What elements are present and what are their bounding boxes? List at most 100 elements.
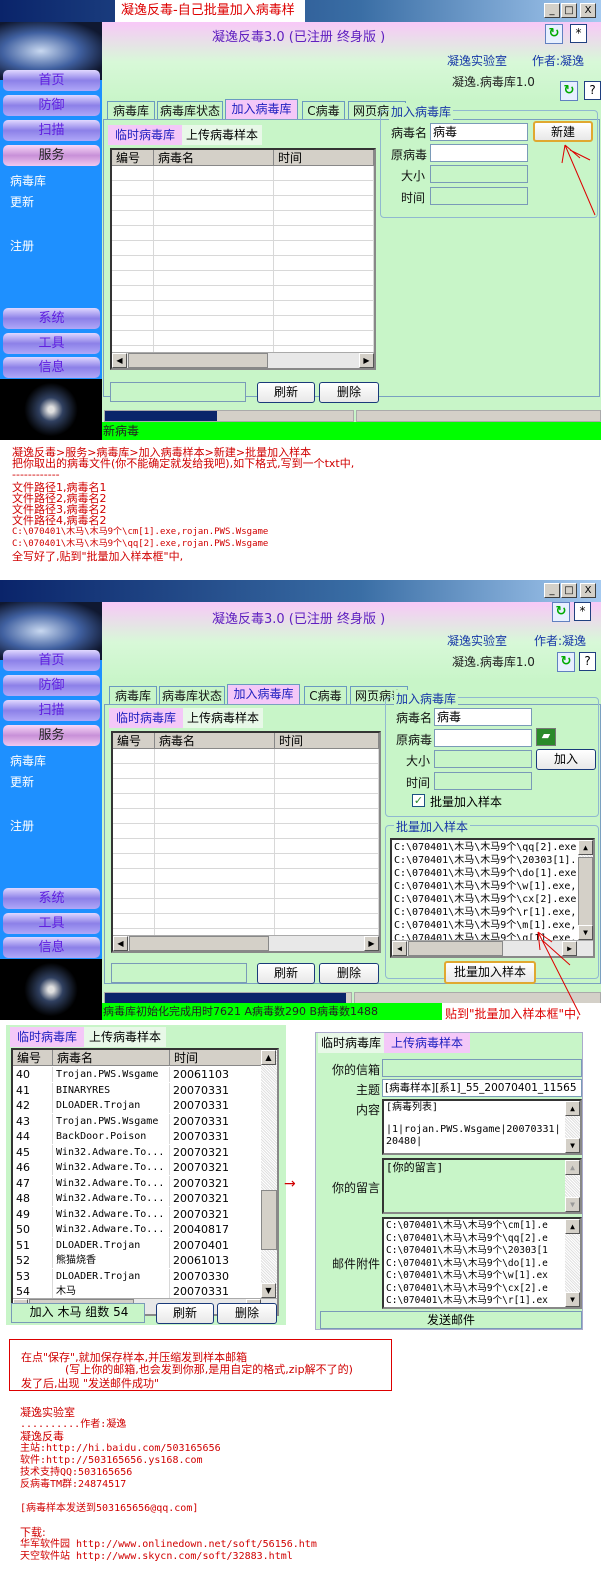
nav-scan[interactable]: 扫描 [3,120,100,141]
star-button[interactable]: * [570,24,587,43]
update-icon[interactable]: ↻ [560,81,578,101]
add-button[interactable]: 加入 [536,749,596,770]
summary-field[interactable] [111,963,247,983]
scroll-left-icon[interactable]: ◀ [113,936,128,951]
side-item-virus-db[interactable]: 病毒库 [10,752,46,769]
tab-c-virus[interactable]: C病毒 [304,686,347,705]
side-item-register[interactable]: 注册 [10,237,34,254]
subtab-upload-sample[interactable]: 上传病毒样本 [183,708,263,728]
subtab-upload-sample[interactable]: 上传病毒样本 [84,1027,166,1047]
tab-c-virus[interactable]: C病毒 [302,101,345,120]
nav-service[interactable]: 服务 [3,145,100,166]
col-time[interactable]: 时间 [275,733,379,749]
subtab-upload-sample[interactable]: 上传病毒样本 [384,1033,470,1053]
scroll-down-icon[interactable]: ▼ [565,1138,580,1153]
send-mail-button[interactable]: 发送邮件 [320,1311,582,1329]
nav-home[interactable]: 首页 [3,650,100,671]
scroll-thumb[interactable] [408,941,503,956]
nav-system[interactable]: 系统 [3,308,100,329]
summary-field[interactable]: 加入 木马 组数 54 [11,1303,145,1323]
nav-defense[interactable]: 防御 [3,95,100,116]
col-id[interactable]: 编号 [113,733,155,749]
open-folder-icon[interactable]: ▰ [536,728,556,746]
scroll-thumb[interactable] [128,353,268,368]
virus-name-input[interactable]: 病毒 [434,708,532,726]
nav-tools[interactable]: 工具 [3,333,100,354]
scroll-up-icon[interactable]: ▲ [578,840,593,855]
scroll-right-icon[interactable]: ▶ [364,936,379,951]
col-name[interactable]: 病毒名 [53,1050,170,1066]
tab-db-status[interactable]: 病毒库状态 [159,686,225,705]
email-input[interactable] [382,1059,582,1077]
scroll-down-icon[interactable]: ▼ [261,1283,276,1298]
message-textarea[interactable]: [你的留言] ▲ ▼ [382,1158,582,1214]
refresh-button[interactable]: 刷新 [156,1303,214,1324]
refresh-icon[interactable]: ↻ [545,24,563,44]
maximize-button[interactable]: □ [561,583,577,598]
minimize-button[interactable]: _ [544,583,560,598]
nav-info[interactable]: 信息 [3,357,100,378]
update-icon[interactable]: ↻ [557,652,575,672]
side-item-update[interactable]: 更新 [10,193,34,210]
nav-scan[interactable]: 扫描 [3,700,100,721]
refresh-icon[interactable]: ↻ [552,602,570,622]
col-name[interactable]: 病毒名 [154,150,274,166]
delete-button[interactable]: 删除 [217,1303,277,1324]
vertical-scrollbar[interactable]: ▲ ▼ [565,1219,580,1307]
subject-input[interactable]: [病毒样本][系1]_55_20070401_11565 [382,1079,582,1097]
batch-add-checkbox[interactable]: ✓ [412,794,425,807]
attachment-list[interactable]: C:\070401\木马\木马9个\cm[1].e C:\070401\木马\木马… [382,1217,582,1309]
tab-db-status[interactable]: 病毒库状态 [157,101,223,120]
nav-home[interactable]: 首页 [3,70,100,91]
nav-service[interactable]: 服务 [3,725,100,746]
content-textarea[interactable]: [病毒列表] |1|rojan.PWS.Wsgame|20070331| 204… [382,1099,582,1155]
scroll-up-icon[interactable]: ▲ [565,1219,580,1234]
scroll-left-icon[interactable]: ◀ [392,941,407,956]
help-button[interactable]: ? [584,81,601,100]
col-id[interactable]: 编号 [13,1050,53,1066]
subtab-temp-db[interactable]: 临时病毒库 [109,708,183,728]
tab-virus-db[interactable]: 病毒库 [109,686,157,705]
side-item-virus-db[interactable]: 病毒库 [10,172,46,189]
orig-virus-input[interactable] [430,144,528,162]
side-item-register[interactable]: 注册 [10,817,34,834]
scroll-down-icon[interactable]: ▼ [565,1292,580,1307]
subtab-temp-db[interactable]: 临时病毒库 [108,125,182,145]
scroll-thumb[interactable] [261,1190,277,1250]
subtab-upload-sample[interactable]: 上传病毒样本 [182,125,262,145]
nav-info[interactable]: 信息 [3,937,100,958]
tab-virus-db[interactable]: 病毒库 [107,101,155,120]
horizontal-scrollbar[interactable]: ◀ ▶ [113,935,379,951]
maximize-button[interactable]: □ [561,3,577,18]
star-button[interactable]: * [574,602,591,621]
vertical-scrollbar[interactable]: ▲ ▼ [565,1160,580,1212]
col-time[interactable]: 时间 [274,150,374,166]
orig-virus-input[interactable] [434,729,532,747]
scroll-up-icon[interactable]: ▲ [565,1101,580,1116]
summary-field[interactable] [110,382,246,402]
delete-button[interactable]: 删除 [319,382,379,403]
tab-add-virus-db[interactable]: 加入病毒库 [225,99,298,120]
vertical-scrollbar[interactable]: ▲ ▼ [261,1050,277,1298]
nav-defense[interactable]: 防御 [3,675,100,696]
col-name[interactable]: 病毒名 [155,733,275,749]
side-item-update[interactable]: 更新 [10,773,34,790]
refresh-button[interactable]: 刷新 [257,382,315,403]
nav-system[interactable]: 系统 [3,888,100,909]
minimize-button[interactable]: _ [544,3,560,18]
vertical-scrollbar[interactable]: ▲ ▼ [565,1101,580,1153]
nav-tools[interactable]: 工具 [3,913,100,934]
close-button[interactable]: X [580,3,596,18]
scroll-thumb[interactable] [129,936,269,951]
scroll-right-icon[interactable]: ▶ [359,353,374,368]
delete-button[interactable]: 删除 [319,963,379,984]
scroll-up-icon[interactable]: ▲ [261,1050,276,1065]
subtab-temp-db[interactable]: 临时病毒库 [318,1033,384,1053]
horizontal-scrollbar[interactable]: ◀ ▶ [112,352,374,368]
tab-add-virus-db[interactable]: 加入病毒库 [227,684,300,705]
close-button[interactable]: X [580,583,596,598]
scroll-down-icon[interactable]: ▼ [565,1197,580,1212]
col-time[interactable]: 时间 [170,1050,265,1066]
col-id[interactable]: 编号 [112,150,154,166]
virus-name-input[interactable]: 病毒 [430,123,528,141]
